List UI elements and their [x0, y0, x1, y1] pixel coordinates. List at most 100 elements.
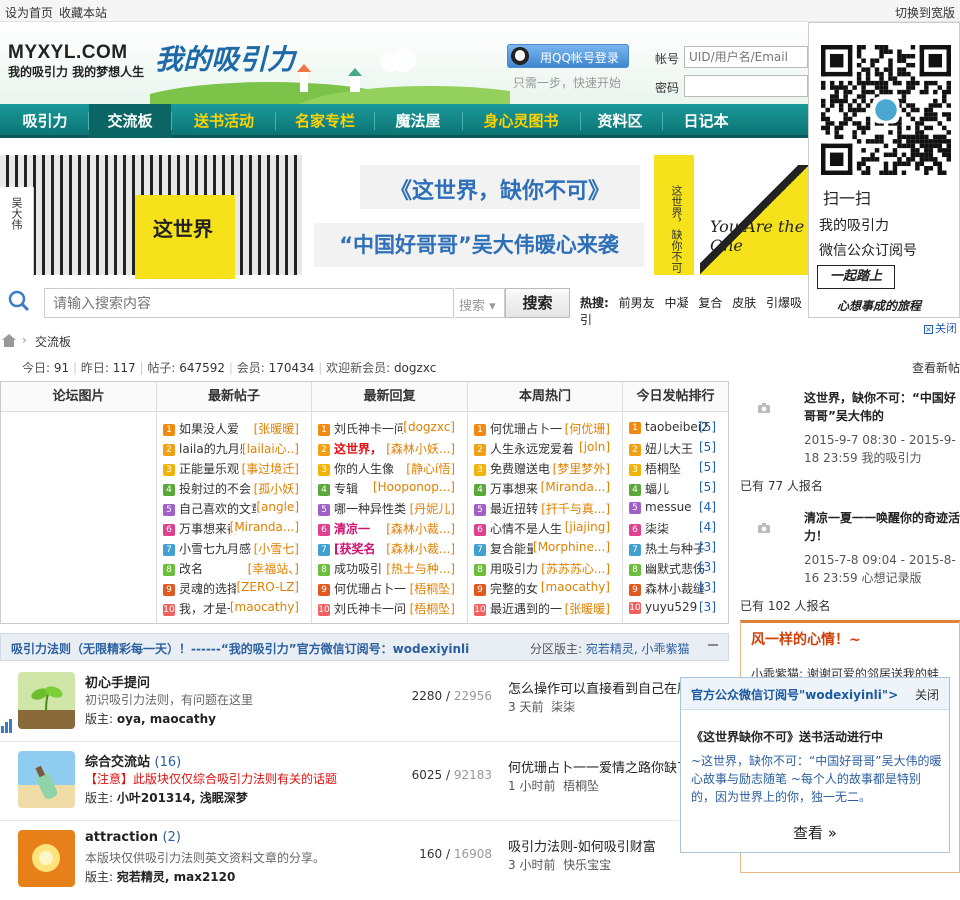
- nav-item-shenxinling[interactable]: 身心灵图书: [466, 104, 576, 138]
- nav-item-mofawu[interactable]: 魔法屋: [380, 104, 456, 138]
- ranking-user[interactable]: yuyu529: [645, 600, 697, 614]
- latest-post-author[interactable]: [maocathy]: [229, 600, 299, 614]
- forum-row[interactable]: 初心手提问 初识吸引力法则，有问题在这里 版主: oya, maocathy 2…: [0, 664, 729, 742]
- account-input[interactable]: [684, 46, 808, 68]
- collapse-icon[interactable]: [706, 638, 720, 652]
- latest-reply-title[interactable]: 专辑: [334, 482, 358, 496]
- logo-text[interactable]: MYXYL.COM: [8, 42, 128, 64]
- weekly-hot-author[interactable]: [maocathy]: [540, 580, 610, 594]
- latest-post[interactable]: 1 如果没人爱 [张暖暖]: [163, 420, 305, 438]
- forum-name[interactable]: attraction (2): [85, 830, 181, 845]
- latest-reply-author[interactable]: [梧桐坠]: [409, 580, 455, 597]
- forum-last-user[interactable]: 梧桐坠: [563, 779, 599, 793]
- hot-search-item[interactable]: 前男友: [619, 296, 655, 310]
- ranking-item[interactable]: 1 taobeibei2 [5]: [629, 420, 722, 438]
- switch-width-link[interactable]: 切换到宽版: [895, 4, 955, 21]
- latest-reply[interactable]: 10 刘氏神卡一问 [梧桐坠]: [318, 600, 461, 618]
- ranking-item[interactable]: 6 柒柒 [4]: [629, 520, 722, 538]
- latest-post[interactable]: 5 自己喜欢的文章 [angle]: [163, 500, 305, 518]
- latest-post-title[interactable]: laila的九月感: [179, 442, 252, 456]
- latest-reply-title[interactable]: [获奖名: [334, 542, 376, 556]
- latest-reply[interactable]: 1 刘氏神卡一问 [dogzxc]: [318, 420, 461, 438]
- latest-reply-title[interactable]: 刘氏神卡一问: [334, 422, 406, 436]
- latest-reply[interactable]: 3 你的人生像 [静心í悟]: [318, 460, 461, 478]
- popup-title[interactable]: 官方公众微信订阅号"wodexiyinli">: [691, 686, 898, 703]
- latest-post[interactable]: 2 laila的九月感 [lailai心..]: [163, 440, 305, 458]
- ranking-user[interactable]: 幽默式悲伤: [645, 562, 705, 576]
- latest-post-author[interactable]: [张暖暖]: [253, 420, 299, 437]
- ranking-user[interactable]: messue: [645, 500, 692, 514]
- weekly-hot-author[interactable]: [Morphine...]: [533, 540, 610, 554]
- latest-post-author[interactable]: [事过境迁]: [241, 460, 299, 477]
- weekly-hot-title[interactable]: 免费赠送电: [490, 462, 550, 476]
- ranking-item[interactable]: 10 yuyu529 [3]: [629, 600, 722, 618]
- weekly-hot[interactable]: 3 免费赠送电 [梦里梦外]: [474, 460, 616, 478]
- nav-item-songshu[interactable]: 送书活动: [178, 104, 270, 138]
- weekly-hot[interactable]: 10 最近遇到的一 [张暖暖]: [474, 600, 616, 618]
- latest-post-author[interactable]: [ZERO-LZ]: [236, 580, 299, 594]
- search-button[interactable]: 搜索: [505, 288, 570, 318]
- weekly-hot-author[interactable]: [扞千与真...]: [541, 500, 610, 517]
- latest-post-title[interactable]: 灵魂的选择: [179, 582, 239, 596]
- section-mods[interactable]: 宛若精灵, 小乖紫猫: [586, 642, 690, 656]
- weekly-hot[interactable]: 4 万事想来 [Miranda...]: [474, 480, 616, 498]
- ranking-user[interactable]: 妞儿大王: [645, 442, 693, 456]
- weekly-hot[interactable]: 5 最近扭转 [扞千与真...]: [474, 500, 616, 518]
- latest-post-title[interactable]: 如果没人爱: [179, 422, 239, 436]
- latest-post-author[interactable]: [angle]: [256, 500, 299, 514]
- latest-reply-title[interactable]: 你的人生像: [334, 462, 394, 476]
- forum-name[interactable]: 初心手提问: [85, 672, 150, 691]
- forum-row[interactable]: 综合交流站 (16) 【注意】此版块仅仅综合吸引力法则有关的话题 版主: 小叶2…: [0, 743, 729, 821]
- weekly-hot-author[interactable]: [张暖暖]: [564, 600, 610, 617]
- weekly-hot-title[interactable]: 最近遇到的一: [490, 602, 562, 616]
- weekly-hot[interactable]: 1 何优珊占卜一 [何优珊]: [474, 420, 616, 438]
- weekly-hot-title[interactable]: 最近扭转: [490, 502, 538, 516]
- hot-search-item[interactable]: 中凝: [664, 296, 688, 310]
- latest-reply[interactable]: 5 哪一种异性类 [丹妮儿]: [318, 500, 461, 518]
- latest-post[interactable]: 3 正能量乐观 [事过境迁]: [163, 460, 305, 478]
- weekly-hot-title[interactable]: 复合能量: [490, 542, 538, 556]
- weekly-hot[interactable]: 9 完整的女 [maocathy]: [474, 580, 616, 598]
- latest-post-title[interactable]: 自己喜欢的文章: [179, 502, 263, 516]
- latest-post-author[interactable]: [lailai心..]: [241, 440, 299, 457]
- forum-name[interactable]: 综合交流站 (16): [85, 751, 181, 770]
- latest-reply-title[interactable]: 何优珊占卜一: [334, 582, 406, 596]
- latest-reply-title[interactable]: 哪一种异性类: [334, 502, 406, 516]
- nav-item-jiaoliuban[interactable]: 交流板: [89, 104, 171, 138]
- latest-reply-title[interactable]: 清凉一: [334, 522, 370, 536]
- event-title[interactable]: 清凉一夏一一唤醒你的奇迹活力！: [804, 509, 960, 545]
- popup-body[interactable]: ~这世界，缺你不可：“中国好哥哥”吴大伟的暖心故事与励志随笔 ~每个人的故事都是…: [691, 752, 943, 806]
- latest-post-title[interactable]: 小雪七九月感: [179, 542, 251, 556]
- latest-post-title[interactable]: 投射过的不会: [179, 482, 251, 496]
- ranking-item[interactable]: 4 蝠儿 [5]: [629, 480, 722, 498]
- ranking-user[interactable]: 热土与种子: [645, 542, 705, 556]
- weekly-hot-title[interactable]: 用吸引力: [490, 562, 538, 576]
- latest-reply-title[interactable]: 成功吸引: [334, 562, 382, 576]
- nav-item-rijiben[interactable]: 日记本: [668, 104, 744, 138]
- forum-last-post[interactable]: 怎么操作可以直接看到自己在朋友: [508, 678, 708, 697]
- weekly-hot-title[interactable]: 人生永远宠爱着: [490, 442, 574, 456]
- forum-last-user[interactable]: 柒柒: [551, 700, 575, 714]
- latest-reply[interactable]: 7 [获奖名 [森林小裁...]: [318, 540, 461, 558]
- latest-reply-title[interactable]: 这世界，: [334, 442, 382, 456]
- weekly-hot-title[interactable]: 万事想来: [490, 482, 538, 496]
- breadcrumb-current[interactable]: 交流板: [35, 333, 71, 350]
- latest-reply-author[interactable]: [丹妮儿]: [409, 500, 455, 517]
- latest-reply-author[interactable]: [梧桐坠]: [409, 600, 455, 617]
- latest-reply-author[interactable]: [热土与种...]: [386, 560, 455, 577]
- latest-post[interactable]: 9 灵魂的选择 [ZERO-LZ]: [163, 580, 305, 598]
- latest-reply-author[interactable]: [Hooponop...]: [372, 480, 455, 494]
- forum-mod-names[interactable]: 小叶201314, 浅眠深梦: [117, 791, 248, 805]
- stats-new-member[interactable]: dogzxc: [394, 361, 436, 375]
- ranking-item[interactable]: 9 森林小裁缝 [3]: [629, 580, 722, 598]
- weekly-hot-author[interactable]: [Miranda...]: [540, 480, 610, 494]
- latest-post[interactable]: 7 小雪七九月感 [小雪七]: [163, 540, 305, 558]
- nav-item-xiyinli[interactable]: 吸引力: [10, 104, 80, 138]
- section-title[interactable]: 吸引力法则（无限精彩每一天）！------“我的吸引力”官方微信订阅号：wode…: [11, 640, 469, 657]
- password-input[interactable]: [684, 75, 808, 97]
- ranking-item[interactable]: 7 热土与种子 [3]: [629, 540, 722, 558]
- latest-post-author[interactable]: [孤小妖]: [253, 480, 299, 497]
- logo-calligraphy[interactable]: 我的吸引力: [155, 38, 295, 78]
- forum-row[interactable]: attraction (2) 本版块仅供吸引力法则英文资料文章的分享。 版主: …: [0, 822, 729, 900]
- weekly-hot-title[interactable]: 完整的女: [490, 582, 538, 596]
